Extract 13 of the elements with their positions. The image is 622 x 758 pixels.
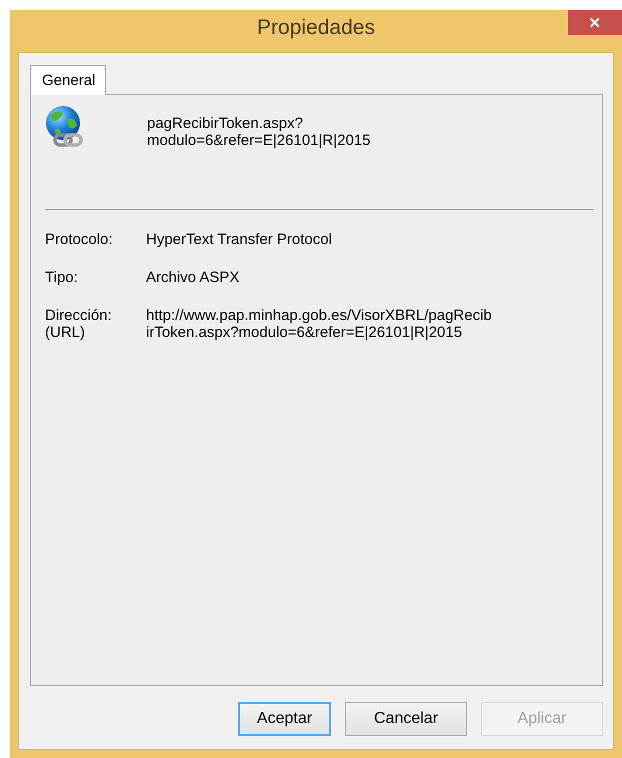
- property-label: Protocolo:: [45, 231, 114, 248]
- property-label: Dirección: (URL): [45, 307, 113, 341]
- window-title: Propiedades: [257, 16, 375, 40]
- tab[interactable]: General: [30, 65, 106, 95]
- property-value: Archivo ASPX: [146, 269, 240, 286]
- property-value: HyperText Transfer Protocol: [146, 231, 332, 248]
- close-button[interactable]: ✕: [568, 10, 622, 35]
- dialog-button[interactable]: Cancelar: [345, 702, 467, 736]
- globe-link-icon: [45, 105, 85, 149]
- property-value: http://www.pap.minhap.gob.es/VisorXBRL/pagRecib irToken.aspx?modulo=6&refer=E|26101|R|2015: [146, 307, 492, 341]
- property-label: Tipo:: [45, 269, 79, 286]
- dialog-button[interactable]: Aceptar: [238, 702, 331, 736]
- file-name: pagRecibirToken.aspx? modulo=6&refer=E|26101|R|2015: [147, 115, 371, 149]
